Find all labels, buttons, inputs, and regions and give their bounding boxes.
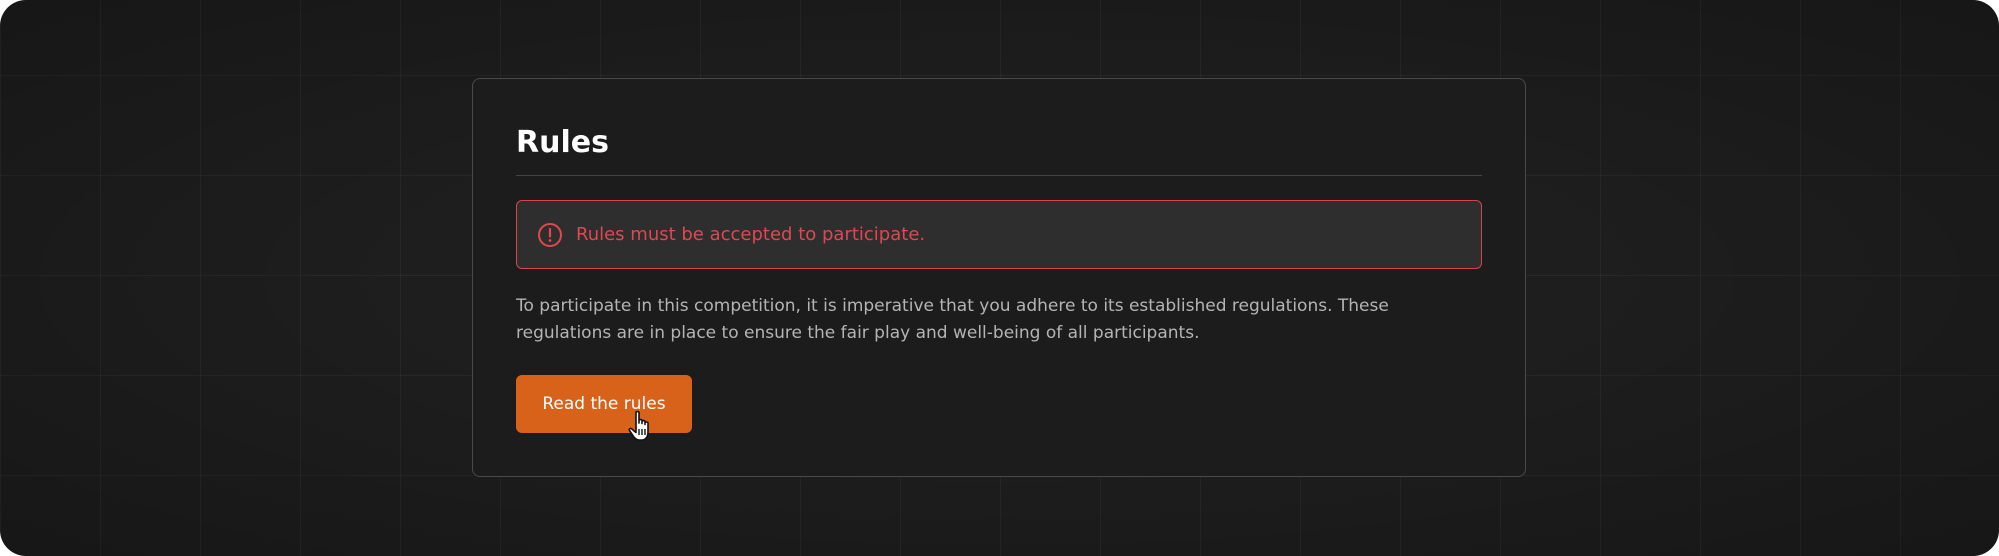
rules-description: To participate in this competition, it i…	[516, 296, 1389, 343]
rules-title: Rules	[516, 125, 609, 160]
error-alert: Rules must be accepted to participate.	[516, 200, 1482, 269]
canvas-background: Rules Rules must be accepted to particip…	[0, 0, 1999, 556]
read-rules-button[interactable]: Read the rules	[516, 375, 692, 433]
alert-message: Rules must be accepted to participate.	[576, 223, 926, 245]
rules-card: Rules Rules must be accepted to particip…	[472, 78, 1526, 477]
title-divider	[516, 175, 1482, 176]
alert-circle-icon	[537, 222, 563, 248]
